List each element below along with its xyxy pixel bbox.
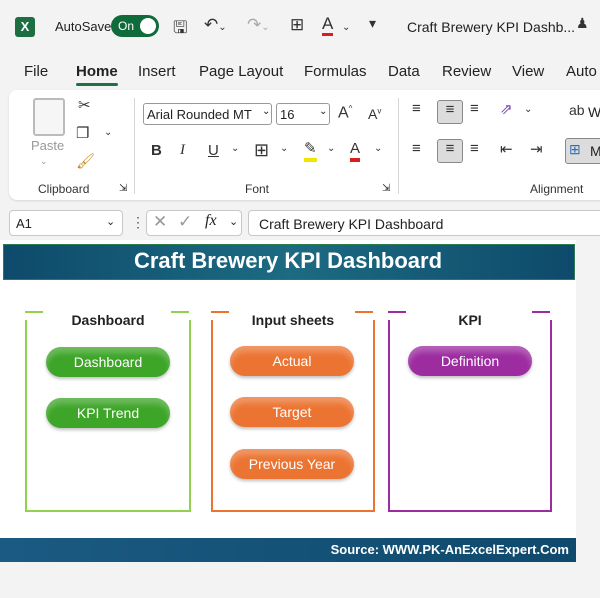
borders-icon[interactable]: ⊞ [290,15,304,35]
middle-align-icon[interactable]: ≡ [437,100,463,124]
toggle-knob [140,18,156,34]
chevron-down-icon[interactable]: ⌄ [262,106,270,117]
panel-border [25,311,43,313]
autosave-label: AutoSave [55,19,112,34]
target-button[interactable]: Target [230,397,354,427]
paste-icon[interactable] [33,98,65,136]
merge-center-label: M [590,143,600,159]
chevron-down-icon[interactable]: ⌄ [327,143,335,154]
align-left-icon[interactable]: ≡ [412,140,421,157]
kpi-trend-button[interactable]: KPI Trend [46,398,170,428]
more-options-icon[interactable]: ⋮ [131,214,145,231]
undo-icon[interactable]: ↶⌄ [204,15,227,35]
formula-input[interactable]: Craft Brewery KPI Dashboard [248,210,600,236]
paste-label: Paste [31,138,65,153]
dialog-launcher-icon[interactable]: ⇲ [382,183,390,194]
tab-home[interactable]: Home [76,63,118,80]
bold-button[interactable]: B [151,142,162,159]
kpi-panel-title: KPI [458,312,482,328]
italic-button[interactable]: I [180,142,185,159]
alignment-group-label: Alignment [530,182,584,196]
panel-border [171,311,189,313]
tab-automate[interactable]: Auto [566,63,597,80]
dialog-launcher-icon[interactable]: ⇲ [119,183,127,194]
previous-year-button[interactable]: Previous Year [230,449,354,479]
actual-button[interactable]: Actual [230,346,354,376]
cancel-icon[interactable]: ✕ [153,212,167,232]
bottom-align-icon[interactable]: ≡ [470,100,479,117]
panel-border [532,311,550,313]
enter-icon[interactable]: ✓ [178,212,192,232]
chevron-down-icon[interactable]: ⌄ [229,215,238,228]
underline-button[interactable]: U [208,142,219,159]
source-text: Source: WWW.PK-AnExcelExpert.Com [330,542,569,557]
increase-indent-icon[interactable]: ⇥ [530,140,543,158]
chevron-down-icon[interactable]: ⌄ [280,143,288,154]
clipboard-group-label: Clipboard [38,182,90,196]
divider [134,98,135,194]
panel-border [388,311,406,313]
cut-icon[interactable]: ✂ [78,96,91,114]
font-name-select[interactable]: Arial Rounded MT [143,103,272,125]
wrap-text-label[interactable]: W [588,104,600,120]
tab-page-layout[interactable]: Page Layout [199,63,283,80]
format-painter-icon[interactable]: 🖌 [76,152,95,170]
chevron-down-icon[interactable]: ⌄ [524,104,532,115]
font-color-icon[interactable]: A [322,15,334,36]
dashboard-panel-title: Dashboard [71,312,145,328]
decrease-font-icon[interactable]: Av [368,106,381,122]
chevron-down-icon[interactable]: ⌄ [231,143,239,154]
font-group-label: Font [245,182,270,196]
divider [398,98,399,194]
decrease-indent-icon[interactable]: ⇤ [500,140,513,158]
chevron-down-icon[interactable]: ⌄ [106,215,115,228]
tab-formulas[interactable]: Formulas [304,63,367,80]
fill-color-icon[interactable]: ✎ [304,140,317,162]
excel-logo-icon: X [15,17,35,37]
font-color-icon[interactable]: A [350,140,361,162]
redo-icon[interactable]: ↷⌄ [247,15,270,35]
document-title: Craft Brewery KPI Dashb... [407,19,576,35]
wrap-text-icon[interactable]: ab [569,102,585,118]
sheet-title: Craft Brewery KPI Dashboard [133,248,443,273]
dashboard-button[interactable]: Dashboard [46,347,170,377]
chevron-down-icon[interactable]: ⌄ [342,22,350,33]
panel-border [211,311,229,313]
tab-view[interactable]: View [512,63,544,80]
increase-font-icon[interactable]: A^ [338,104,352,122]
align-right-icon[interactable]: ≡ [470,140,479,157]
share-icon[interactable]: ♟ [576,15,589,32]
active-tab-indicator [76,83,118,86]
autosave-toggle-label: On [118,19,135,33]
tab-file[interactable]: File [24,63,48,80]
chevron-down-icon[interactable]: ⌄ [104,127,112,138]
chevron-down-icon[interactable]: ⌄ [40,156,48,167]
orientation-icon[interactable]: ⇗ [500,100,513,118]
merge-icon: ⊞ [569,141,581,157]
definition-button[interactable]: Definition [408,346,532,376]
insert-function-icon[interactable]: fx [205,212,217,230]
chevron-down-icon[interactable]: ⌄ [374,143,382,154]
window-frame [576,240,600,598]
tab-review[interactable]: Review [442,63,491,80]
chevron-down-icon[interactable]: ⌄ [319,106,327,117]
align-center-icon[interactable]: ≡ [437,139,463,163]
tab-insert[interactable]: Insert [138,63,176,80]
borders-icon[interactable]: ⊞ [254,140,269,161]
save-icon[interactable]: 🖫 [173,15,187,44]
input-sheets-panel-title: Input sheets [251,312,335,328]
top-align-icon[interactable]: ≡ [412,100,421,117]
panel-border [355,311,373,313]
tab-data[interactable]: Data [388,63,420,80]
customize-icon[interactable]: ▾ [369,15,376,32]
copy-icon[interactable]: ❐ [76,124,89,142]
